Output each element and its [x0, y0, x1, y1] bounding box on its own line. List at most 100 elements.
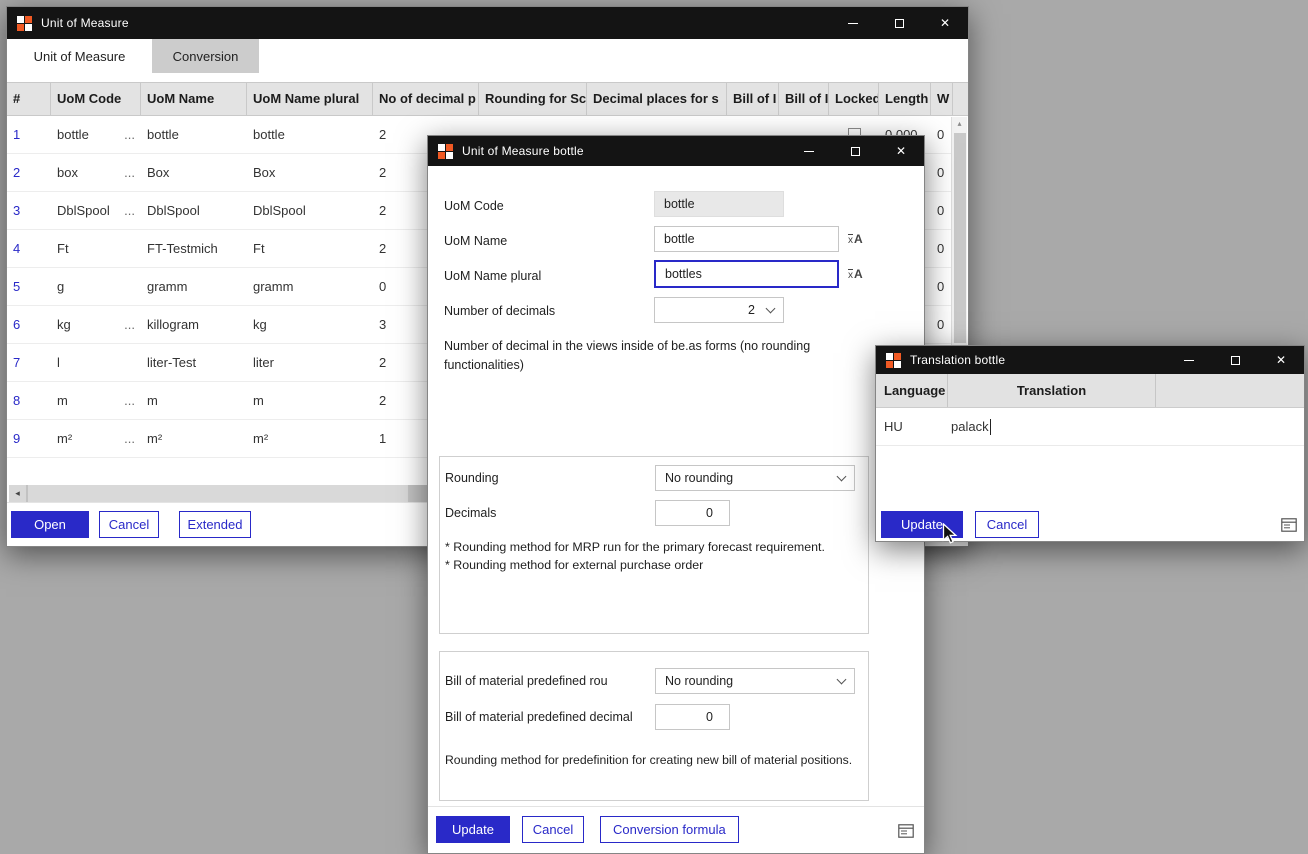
cancel-button[interactable]: Cancel — [522, 816, 584, 843]
number-of-decimals-select[interactable]: 2 — [654, 297, 784, 323]
row-browse-button[interactable]: ... — [124, 382, 135, 419]
cell-code: DblSpool... — [51, 192, 141, 229]
close-button[interactable]: ✕ — [922, 7, 968, 39]
tr-column-header-0[interactable]: Language — [876, 374, 948, 407]
window-controls: ✕ — [1166, 346, 1304, 374]
dialog-title: Unit of Measure bottle — [462, 144, 584, 158]
rounding-note-1: * Rounding method for MRP run for the pr… — [445, 538, 865, 556]
column-header-6[interactable]: Decimal places for s — [587, 83, 727, 115]
cell-code: Ft — [51, 230, 141, 267]
uom-name-plural-input[interactable]: bottles — [654, 260, 839, 288]
column-header-2[interactable]: UoM Name — [141, 83, 247, 115]
tab-unit-of-measure[interactable]: Unit of Measure — [7, 39, 152, 73]
select-value: 2 — [748, 303, 755, 317]
uom-name-input[interactable]: bottle — [654, 226, 839, 252]
close-button[interactable]: ✕ — [1258, 346, 1304, 374]
cell-w: 0 — [931, 230, 953, 267]
translation-input[interactable]: palack — [948, 408, 1156, 445]
window-controls: ✕ — [830, 7, 968, 39]
column-header-5[interactable]: Rounding for Sc — [479, 83, 587, 115]
uom-name-plural-label: UoM Name plural — [444, 269, 541, 283]
row-browse-button[interactable]: ... — [124, 116, 135, 153]
minimize-button[interactable] — [830, 7, 876, 39]
rounding-select[interactable]: No rounding — [655, 465, 855, 491]
text-caret — [990, 419, 991, 435]
tr-column-header-1[interactable]: Translation — [948, 374, 1156, 407]
column-header-8[interactable]: Bill of I — [779, 83, 829, 115]
close-button[interactable]: ✕ — [878, 136, 924, 166]
row-browse-button[interactable]: ... — [124, 420, 135, 457]
select-value: No rounding — [665, 674, 733, 688]
window-controls: ✕ — [786, 136, 924, 166]
uom-code-input: bottle — [654, 191, 784, 217]
decimals-note: Number of decimal in the views inside of… — [444, 337, 842, 375]
minimize-button[interactable] — [1166, 346, 1212, 374]
translation-table-body: HUpalack — [876, 408, 1304, 446]
column-header-4[interactable]: No of decimal p — [373, 83, 479, 115]
cell-name: m² — [141, 420, 247, 457]
minimize-icon — [848, 23, 858, 24]
column-header-7[interactable]: Bill of I — [727, 83, 779, 115]
open-button[interactable]: Open — [11, 511, 89, 538]
tr-column-header-2[interactable] — [1156, 374, 1305, 407]
chevron-down-icon — [766, 303, 776, 313]
column-header-1[interactable]: UoM Code — [51, 83, 141, 115]
bom-rounding-select[interactable]: No rounding — [655, 668, 855, 694]
form-grid-icon[interactable] — [898, 824, 914, 838]
select-value: No rounding — [665, 471, 733, 485]
form-grid-icon[interactable] — [1281, 518, 1297, 532]
cell-plural: Ft — [247, 230, 373, 267]
bom-decimals-input[interactable]: 0 — [655, 704, 730, 730]
cell-w: 0 — [931, 154, 953, 191]
cell-num: 1 — [7, 116, 51, 153]
translation-titlebar: Translation bottle ✕ — [876, 346, 1304, 374]
cell-name: killogram — [141, 306, 247, 343]
row-browse-button[interactable]: ... — [124, 154, 135, 191]
translate-icon[interactable]: xA — [848, 263, 870, 281]
bom-group: Bill of material predefined rou No round… — [439, 651, 869, 801]
vertical-scroll-thumb[interactable] — [954, 133, 966, 343]
maximize-icon — [1231, 356, 1240, 365]
maximize-button[interactable] — [1212, 346, 1258, 374]
translate-icon[interactable]: xA — [848, 228, 870, 246]
row-browse-button[interactable]: ... — [124, 192, 135, 229]
uom-dialog-footer: Update Cancel Conversion formula — [428, 806, 924, 853]
column-header-10[interactable]: Length — [879, 83, 931, 115]
maximize-button[interactable] — [876, 7, 922, 39]
tab-conversion[interactable]: Conversion — [152, 39, 259, 73]
cell-plural: m² — [247, 420, 373, 457]
cell-w: 0 — [931, 306, 953, 343]
translation-row[interactable]: HUpalack — [876, 408, 1304, 446]
cell-plural: DblSpool — [247, 192, 373, 229]
column-header-11[interactable]: W — [931, 83, 953, 115]
update-button[interactable]: Update — [436, 816, 510, 843]
chevron-down-icon — [837, 674, 847, 684]
maximize-button[interactable] — [832, 136, 878, 166]
app-logo-icon — [17, 16, 32, 31]
cell-code: m²... — [51, 420, 141, 457]
scroll-up-icon[interactable]: ▴ — [952, 117, 967, 131]
cell-plural: liter — [247, 344, 373, 381]
scroll-left-icon[interactable]: ◂ — [9, 485, 26, 502]
horizontal-scroll-thumb[interactable] — [28, 485, 408, 502]
cell-name: m — [141, 382, 247, 419]
column-header-3[interactable]: UoM Name plural — [247, 83, 373, 115]
cell-language: HU — [876, 408, 948, 445]
column-header-0[interactable]: # — [7, 83, 51, 115]
cell-code: g — [51, 268, 141, 305]
cell-code: kg... — [51, 306, 141, 343]
column-header-9[interactable]: Locked — [829, 83, 879, 115]
conversion-formula-button[interactable]: Conversion formula — [600, 816, 739, 843]
cell-code: m... — [51, 382, 141, 419]
bom-rounding-label: Bill of material predefined rou — [445, 674, 651, 688]
minimize-button[interactable] — [786, 136, 832, 166]
window-title: Unit of Measure — [41, 16, 129, 30]
decimals-input[interactable]: 0 — [655, 500, 730, 526]
cell-num: 6 — [7, 306, 51, 343]
extended-button[interactable]: Extended — [179, 511, 251, 538]
cell-num: 2 — [7, 154, 51, 191]
row-browse-button[interactable]: ... — [124, 306, 135, 343]
cell-name: Box — [141, 154, 247, 191]
cancel-button[interactable]: Cancel — [975, 511, 1039, 538]
cancel-button[interactable]: Cancel — [99, 511, 159, 538]
